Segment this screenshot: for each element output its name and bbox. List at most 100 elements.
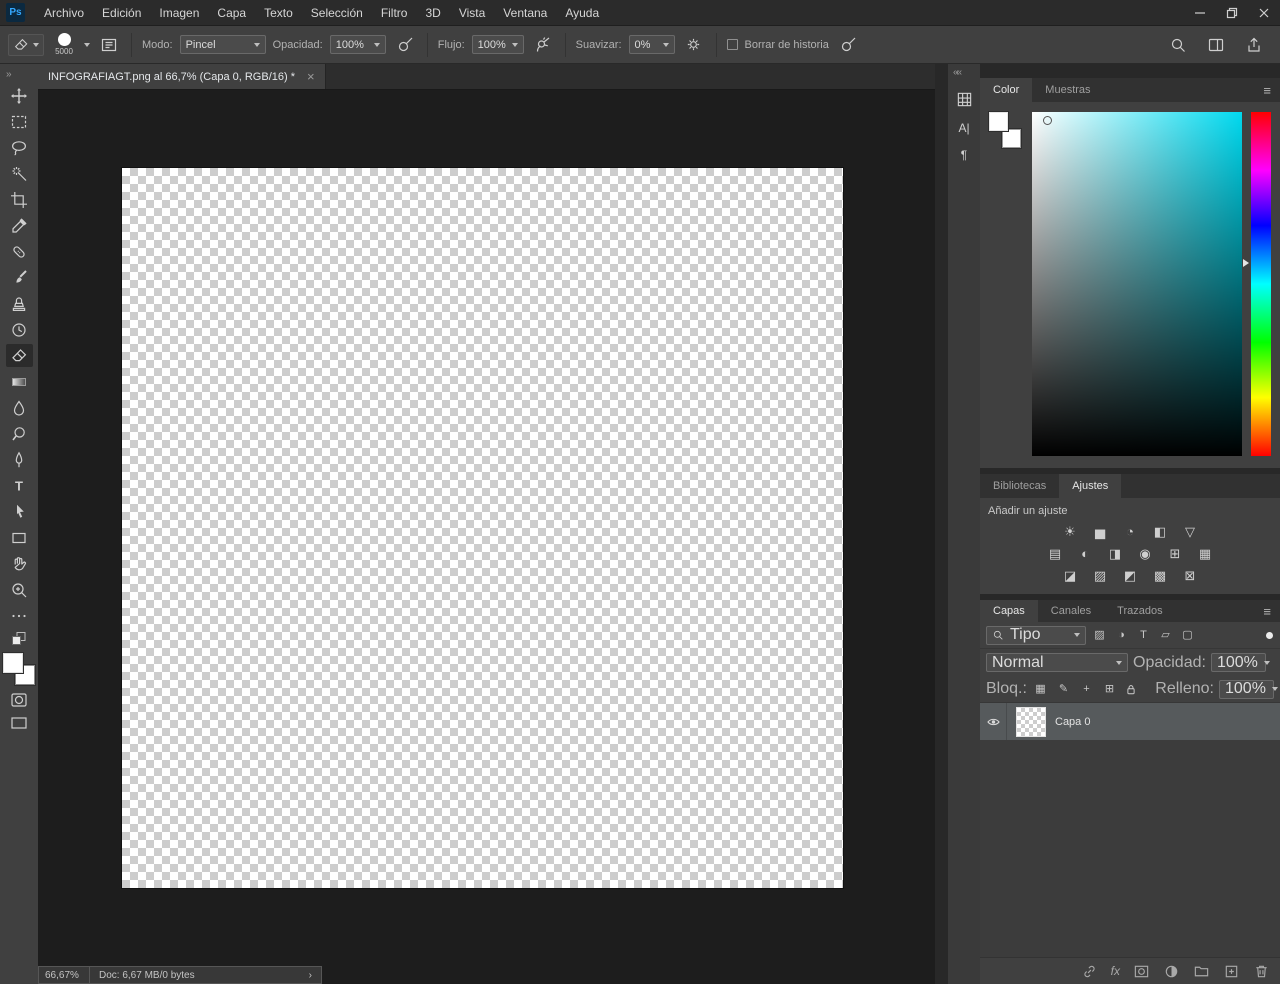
layer-row[interactable]: Capa 0 — [980, 703, 1280, 740]
tab-canales[interactable]: Canales — [1037, 600, 1105, 622]
crop-tool[interactable] — [6, 188, 33, 211]
menu-archivo[interactable]: Archivo — [35, 0, 93, 26]
layer-opacity-select[interactable]: 100% — [1210, 653, 1270, 672]
foreground-color-swatch[interactable] — [989, 112, 1008, 131]
layer-visibility-toggle[interactable] — [980, 703, 1007, 740]
collapse-panels-chevron[interactable]: «« — [948, 67, 962, 78]
paragraph-panel-icon[interactable]: ¶ — [961, 148, 967, 162]
glyphs-panel-icon[interactable] — [956, 91, 973, 108]
eraser-tool[interactable] — [5, 344, 33, 367]
clone-stamp-tool[interactable] — [6, 292, 33, 315]
brush-settings-panel-button[interactable] — [97, 33, 121, 57]
document-tab[interactable]: INFOGRAFIAGT.png al 66,7% (Capa 0, RGB/1… — [38, 64, 326, 89]
tab-capas[interactable]: Capas — [980, 600, 1038, 622]
path-selection-tool[interactable] — [6, 500, 33, 523]
type-tool[interactable]: T — [6, 474, 33, 497]
move-tool[interactable] — [6, 84, 33, 107]
layer-filter-select[interactable]: Tipo — [986, 625, 1086, 645]
edit-toolbar-button[interactable] — [6, 604, 33, 627]
adjustment-icon[interactable]: ▨ — [1090, 567, 1110, 584]
lock-transparency-icon[interactable]: ▦ — [1032, 683, 1049, 695]
default-colors-icon[interactable] — [10, 631, 28, 647]
menu-filtro[interactable]: Filtro — [372, 0, 417, 26]
layer-style-icon[interactable]: fx — [1111, 964, 1120, 978]
saturation-brightness-field[interactable] — [1032, 112, 1242, 456]
blur-tool[interactable] — [6, 396, 33, 419]
menu-vista[interactable]: Vista — [450, 0, 494, 26]
gradient-tool[interactable] — [6, 370, 33, 393]
healing-brush-tool[interactable] — [6, 240, 33, 263]
adjustment-icon[interactable]: ◐ — [1075, 545, 1095, 562]
tab-bibliotecas[interactable]: Bibliotecas — [980, 474, 1060, 498]
brush-tool[interactable] — [6, 266, 33, 289]
link-layers-icon[interactable] — [1081, 963, 1098, 980]
delete-layer-icon[interactable] — [1253, 963, 1270, 980]
chevron-down-icon[interactable] — [84, 42, 90, 47]
filter-adjustment-layers-icon[interactable]: ◑ — [1113, 629, 1130, 641]
brush-preset-picker[interactable]: 5000 — [51, 33, 77, 56]
hue-gradient-strip[interactable] — [1251, 112, 1271, 456]
menu-seleccion[interactable]: Selección — [302, 0, 372, 26]
filter-smart-object-icon[interactable]: ▢ — [1179, 629, 1196, 641]
status-chevron-icon[interactable]: › — [309, 970, 312, 981]
adjustment-icon[interactable]: ◉ — [1135, 545, 1155, 562]
panel-menu-icon[interactable]: ≡ — [1263, 600, 1280, 622]
opacity-select[interactable]: 100% — [329, 35, 386, 54]
airbrush-button[interactable] — [531, 33, 555, 57]
history-brush-tool[interactable] — [6, 318, 33, 341]
new-layer-icon[interactable] — [1223, 963, 1240, 980]
add-layer-mask-icon[interactable] — [1133, 963, 1150, 980]
workspace-switcher-button[interactable] — [1204, 33, 1228, 57]
flow-select[interactable]: 100% — [471, 35, 524, 54]
smoothing-options-button[interactable] — [682, 33, 706, 57]
filter-shape-layers-icon[interactable]: ▱ — [1157, 629, 1174, 641]
search-button[interactable] — [1166, 33, 1190, 57]
layer-name[interactable]: Capa 0 — [1055, 716, 1090, 728]
eyedropper-tool[interactable] — [6, 214, 33, 237]
background-color-swatch[interactable] — [1002, 129, 1021, 148]
minimize-button[interactable] — [1184, 0, 1216, 26]
adjustment-icon[interactable]: ▩ — [1150, 567, 1170, 584]
menu-3d[interactable]: 3D — [416, 0, 449, 26]
adjustment-icon[interactable]: ⊞ — [1165, 545, 1185, 562]
toolbar-expand-chevron[interactable]: » — [0, 64, 38, 84]
document-info[interactable]: Doc: 6,67 MB/0 bytes › — [90, 966, 322, 984]
menu-texto[interactable]: Texto — [255, 0, 302, 26]
adjustment-icon[interactable]: ▤ — [1045, 545, 1065, 562]
tab-muestras[interactable]: Muestras — [1032, 78, 1104, 102]
adjustment-icon[interactable]: ☀ — [1060, 523, 1080, 540]
lock-position-icon[interactable]: + — [1078, 683, 1095, 695]
magic-wand-tool[interactable] — [6, 162, 33, 185]
pressure-opacity-button[interactable] — [393, 33, 417, 57]
menu-ventana[interactable]: Ventana — [494, 0, 556, 26]
filter-toggle[interactable] — [1266, 631, 1273, 639]
menu-edicion[interactable]: Edición — [93, 0, 150, 26]
tool-preset-dropdown[interactable] — [8, 33, 44, 56]
marquee-tool[interactable] — [6, 110, 33, 133]
tab-color[interactable]: Color — [980, 78, 1033, 102]
adjustment-icon[interactable]: ◪ — [1060, 567, 1080, 584]
smoothing-select[interactable]: 0% — [628, 35, 675, 54]
menu-ayuda[interactable]: Ayuda — [556, 0, 608, 26]
tab-ajustes[interactable]: Ajustes — [1059, 474, 1122, 498]
tab-trazados[interactable]: Trazados — [1104, 600, 1176, 622]
document-canvas[interactable] — [122, 168, 843, 888]
layer-fill-select[interactable]: 100% — [1219, 679, 1278, 699]
mode-select[interactable]: Pincel — [179, 35, 266, 54]
share-button[interactable] — [1242, 33, 1266, 57]
adjustment-icon[interactable]: ▅ — [1090, 523, 1110, 540]
adjustment-icon[interactable]: ▦ — [1195, 545, 1215, 562]
adjustment-icon[interactable]: ◨ — [1105, 545, 1125, 562]
adjustment-icon[interactable]: ◩ — [1120, 567, 1140, 584]
lock-pixels-icon[interactable]: ✎ — [1055, 683, 1072, 695]
screen-mode-icon[interactable] — [9, 715, 29, 731]
foreground-color-swatch[interactable] — [3, 653, 23, 673]
adjustment-icon[interactable]: ▽ — [1180, 523, 1200, 540]
hue-slider-arrow[interactable] — [1243, 259, 1249, 268]
panel-menu-icon[interactable]: ≡ — [1263, 78, 1280, 102]
quick-mask-icon[interactable] — [9, 691, 29, 709]
blend-mode-select[interactable]: Normal — [986, 653, 1128, 672]
dodge-tool[interactable] — [6, 422, 33, 445]
erase-history-checkbox[interactable] — [726, 39, 738, 50]
adjustment-icon[interactable]: ◧ — [1150, 523, 1170, 540]
